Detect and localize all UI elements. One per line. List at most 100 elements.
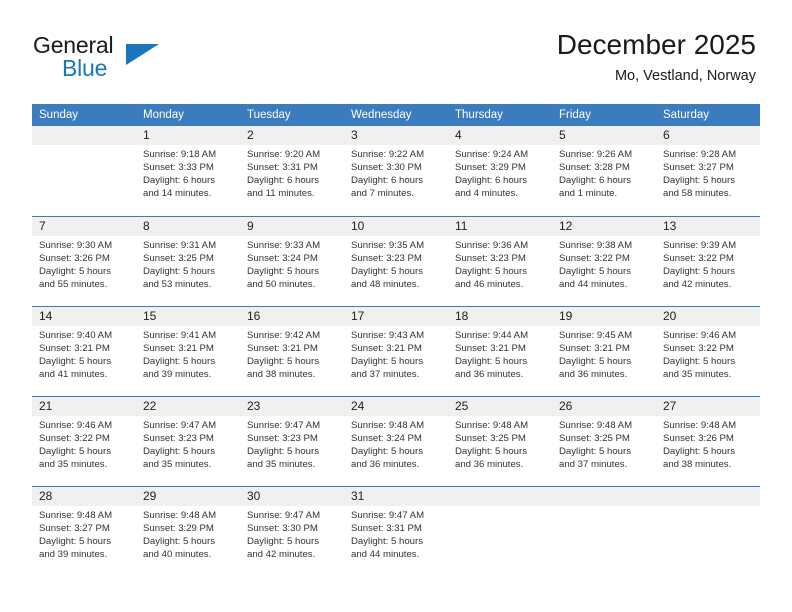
sunset-time: Sunset: 3:29 PM bbox=[455, 162, 526, 174]
daylight-duration-line2: and 1 minute. bbox=[559, 188, 618, 200]
day-number: 15 bbox=[136, 306, 240, 326]
sunrise-time: Sunrise: 9:45 AM bbox=[559, 329, 633, 341]
day-cell-inner: 12 Sunrise: 9:38 AM Sunset: 3:22 PM Dayligh… bbox=[552, 216, 656, 306]
day-cell-inner: 24 Sunrise: 9:48 AM Sunset: 3:24 PM Dayligh… bbox=[344, 396, 448, 486]
sunset-time: Sunset: 3:21 PM bbox=[247, 342, 318, 354]
day-sun-info: Sunrise: 9:47 AM Sunset: 3:31 PM Daylight:… bbox=[344, 506, 448, 561]
day-number: 13 bbox=[656, 216, 760, 236]
calendar-day-cell[interactable]: 5 Sunrise: 9:26 AM Sunset: 3:28 PM Daylight… bbox=[552, 126, 656, 216]
calendar-day-cell[interactable]: 14 Sunrise: 9:40 AM Sunset: 3:21 PM Dayligh… bbox=[32, 305, 136, 396]
day-sun-info: Sunrise: 9:41 AM Sunset: 3:21 PM Daylight:… bbox=[136, 326, 240, 381]
calendar-day-cell[interactable]: 12 Sunrise: 9:38 AM Sunset: 3:22 PM Dayligh… bbox=[552, 215, 656, 306]
calendar-day-cell[interactable]: 15 Sunrise: 9:41 AM Sunset: 3:21 PM Dayligh… bbox=[136, 305, 240, 396]
sunrise-time: Sunrise: 9:30 AM bbox=[39, 239, 113, 251]
sunrise-time: Sunrise: 9:48 AM bbox=[455, 419, 529, 431]
calendar-day-cell[interactable]: 17 Sunrise: 9:43 AM Sunset: 3:21 PM Dayligh… bbox=[344, 305, 448, 396]
day-cell-inner: 13 Sunrise: 9:39 AM Sunset: 3:22 PM Dayligh… bbox=[656, 216, 760, 306]
calendar-day-cell[interactable]: 4 Sunrise: 9:24 AM Sunset: 3:29 PM Daylight… bbox=[448, 126, 552, 216]
day-sun-info: Sunrise: 9:44 AM Sunset: 3:21 PM Daylight:… bbox=[448, 326, 552, 381]
daylight-duration-line2: and 53 minutes. bbox=[143, 278, 212, 290]
day-cell-inner: 31 Sunrise: 9:47 AM Sunset: 3:31 PM Dayligh… bbox=[344, 486, 448, 577]
day-number: 6 bbox=[656, 126, 760, 145]
daylight-duration-line2: and 41 minutes. bbox=[39, 368, 108, 380]
daylight-duration-line2: and 35 minutes. bbox=[39, 458, 108, 470]
calendar-day-cell[interactable]: 3 Sunrise: 9:22 AM Sunset: 3:30 PM Daylight… bbox=[344, 126, 448, 216]
sunrise-time: Sunrise: 9:31 AM bbox=[143, 239, 217, 251]
day-sun-info: Sunrise: 9:24 AM Sunset: 3:29 PM Daylight:… bbox=[448, 145, 552, 200]
calendar-day-cell[interactable]: 30 Sunrise: 9:47 AM Sunset: 3:30 PM Dayligh… bbox=[240, 485, 344, 576]
day-number: 4 bbox=[448, 126, 552, 145]
page-subtitle-location: Mo, Vestland, Norway bbox=[614, 68, 756, 84]
calendar-day-cell[interactable]: 31 Sunrise: 9:47 AM Sunset: 3:31 PM Dayligh… bbox=[344, 485, 448, 577]
day-sun-info: Sunrise: 9:48 AM Sunset: 3:27 PM Daylight:… bbox=[32, 506, 136, 561]
daylight-duration-line2: and 44 minutes. bbox=[559, 278, 628, 290]
calendar-day-cell[interactable]: 19 Sunrise: 9:45 AM Sunset: 3:21 PM Dayligh… bbox=[552, 305, 656, 396]
calendar-day-cell[interactable]: 25 Sunrise: 9:48 AM Sunset: 3:25 PM Dayligh… bbox=[448, 395, 552, 486]
sunset-time: Sunset: 3:26 PM bbox=[39, 252, 110, 264]
daylight-duration-line2: and 37 minutes. bbox=[559, 458, 628, 470]
calendar-day-cell[interactable]: 22 Sunrise: 9:47 AM Sunset: 3:23 PM Dayligh… bbox=[136, 395, 240, 486]
day-cell-inner: 1 Sunrise: 9:18 AM Sunset: 3:33 PM Daylight… bbox=[136, 126, 240, 216]
day-number bbox=[32, 126, 136, 145]
calendar-day-cell[interactable]: 10 Sunrise: 9:35 AM Sunset: 3:23 PM Dayligh… bbox=[344, 215, 448, 306]
calendar-day-cell[interactable]: 29 Sunrise: 9:48 AM Sunset: 3:29 PM Dayligh… bbox=[136, 485, 240, 576]
calendar-day-cell[interactable]: 2 Sunrise: 9:20 AM Sunset: 3:31 PM Daylight… bbox=[240, 126, 344, 216]
sunset-time: Sunset: 3:23 PM bbox=[455, 252, 526, 264]
calendar-day-cell[interactable]: 6 Sunrise: 9:28 AM Sunset: 3:27 PM Daylight… bbox=[656, 126, 760, 216]
day-sun-info: Sunrise: 9:30 AM Sunset: 3:26 PM Daylight:… bbox=[32, 236, 136, 291]
calendar-day-cell[interactable]: 27 Sunrise: 9:48 AM Sunset: 3:26 PM Dayligh… bbox=[656, 395, 760, 486]
calendar-day-cell[interactable]: 24 Sunrise: 9:48 AM Sunset: 3:24 PM Dayligh… bbox=[344, 395, 448, 486]
day-number bbox=[552, 486, 656, 506]
calendar-day-cell[interactable]: 9 Sunrise: 9:33 AM Sunset: 3:24 PM Daylight… bbox=[240, 215, 344, 306]
day-cell-inner bbox=[552, 486, 656, 577]
calendar-day-cell[interactable]: 18 Sunrise: 9:44 AM Sunset: 3:21 PM Dayligh… bbox=[448, 305, 552, 396]
day-number: 18 bbox=[448, 306, 552, 326]
day-cell-inner: 26 Sunrise: 9:48 AM Sunset: 3:25 PM Dayligh… bbox=[552, 396, 656, 486]
sunset-time: Sunset: 3:23 PM bbox=[247, 432, 318, 444]
sunrise-time: Sunrise: 9:47 AM bbox=[247, 509, 321, 521]
sunrise-time: Sunrise: 9:35 AM bbox=[351, 239, 425, 251]
day-cell-inner: 16 Sunrise: 9:42 AM Sunset: 3:21 PM Dayligh… bbox=[240, 306, 344, 396]
calendar-day-cell[interactable]: 16 Sunrise: 9:42 AM Sunset: 3:21 PM Dayligh… bbox=[240, 305, 344, 396]
day-number: 26 bbox=[552, 396, 656, 416]
day-number: 2 bbox=[240, 126, 344, 145]
calendar-day-cell[interactable]: 28 Sunrise: 9:48 AM Sunset: 3:27 PM Dayligh… bbox=[32, 485, 136, 577]
day-number: 19 bbox=[552, 306, 656, 326]
daylight-duration-line2: and 36 minutes. bbox=[455, 458, 524, 470]
sunset-time: Sunset: 3:21 PM bbox=[559, 342, 630, 354]
daylight-duration-line1: Daylight: 5 hours bbox=[351, 445, 423, 457]
calendar-day-cell[interactable]: 11 Sunrise: 9:36 AM Sunset: 3:23 PM Dayligh… bbox=[448, 215, 552, 306]
calendar-day-cell[interactable]: 1 Sunrise: 9:18 AM Sunset: 3:33 PM Daylight… bbox=[136, 126, 240, 216]
sunrise-sunset-calendar-table: Sunday Monday Tuesday Wednesday Thursday… bbox=[32, 104, 760, 576]
sunset-time: Sunset: 3:25 PM bbox=[143, 252, 214, 264]
day-sun-info: Sunrise: 9:47 AM Sunset: 3:23 PM Daylight:… bbox=[240, 416, 344, 471]
day-number: 25 bbox=[448, 396, 552, 416]
sunset-time: Sunset: 3:31 PM bbox=[351, 522, 422, 534]
day-number: 20 bbox=[656, 306, 760, 326]
day-number: 28 bbox=[32, 486, 136, 506]
calendar-day-cell[interactable]: 13 Sunrise: 9:39 AM Sunset: 3:22 PM Dayligh… bbox=[656, 215, 760, 306]
calendar-day-cell[interactable]: 21 Sunrise: 9:46 AM Sunset: 3:22 PM Dayligh… bbox=[32, 395, 136, 486]
calendar-day-cell[interactable]: 7 Sunrise: 9:30 AM Sunset: 3:26 PM Daylight… bbox=[32, 215, 136, 306]
day-cell-inner: 4 Sunrise: 9:24 AM Sunset: 3:29 PM Daylight… bbox=[448, 126, 552, 216]
daylight-duration-line2: and 42 minutes. bbox=[247, 548, 316, 560]
general-blue-logo[interactable]: General Blue bbox=[33, 32, 233, 88]
daylight-duration-line2: and 35 minutes. bbox=[247, 458, 316, 470]
day-number: 24 bbox=[344, 396, 448, 416]
calendar-day-cell[interactable]: 26 Sunrise: 9:48 AM Sunset: 3:25 PM Dayligh… bbox=[552, 395, 656, 486]
calendar-day-cell[interactable]: 8 Sunrise: 9:31 AM Sunset: 3:25 PM Daylight… bbox=[136, 215, 240, 306]
day-number: 21 bbox=[32, 396, 136, 416]
day-number bbox=[448, 486, 552, 506]
daylight-duration-line2: and 35 minutes. bbox=[663, 368, 732, 380]
daylight-duration-line2: and 36 minutes. bbox=[351, 458, 420, 470]
sunrise-time: Sunrise: 9:36 AM bbox=[455, 239, 529, 251]
sunset-time: Sunset: 3:27 PM bbox=[39, 522, 110, 534]
day-cell-inner: 5 Sunrise: 9:26 AM Sunset: 3:28 PM Daylight… bbox=[552, 126, 656, 216]
daylight-duration-line1: Daylight: 5 hours bbox=[351, 535, 423, 547]
day-cell-inner: 18 Sunrise: 9:44 AM Sunset: 3:21 PM Dayligh… bbox=[448, 306, 552, 396]
calendar-day-cell[interactable]: 20 Sunrise: 9:46 AM Sunset: 3:22 PM Dayligh… bbox=[656, 305, 760, 396]
day-sun-info: Sunrise: 9:26 AM Sunset: 3:28 PM Daylight:… bbox=[552, 145, 656, 200]
calendar-day-cell[interactable]: 23 Sunrise: 9:47 AM Sunset: 3:23 PM Dayligh… bbox=[240, 395, 344, 486]
day-cell-inner: 28 Sunrise: 9:48 AM Sunset: 3:27 PM Dayligh… bbox=[32, 486, 136, 577]
calendar-week-row: 21 Sunrise: 9:46 AM Sunset: 3:22 PM Dayligh… bbox=[32, 395, 760, 486]
